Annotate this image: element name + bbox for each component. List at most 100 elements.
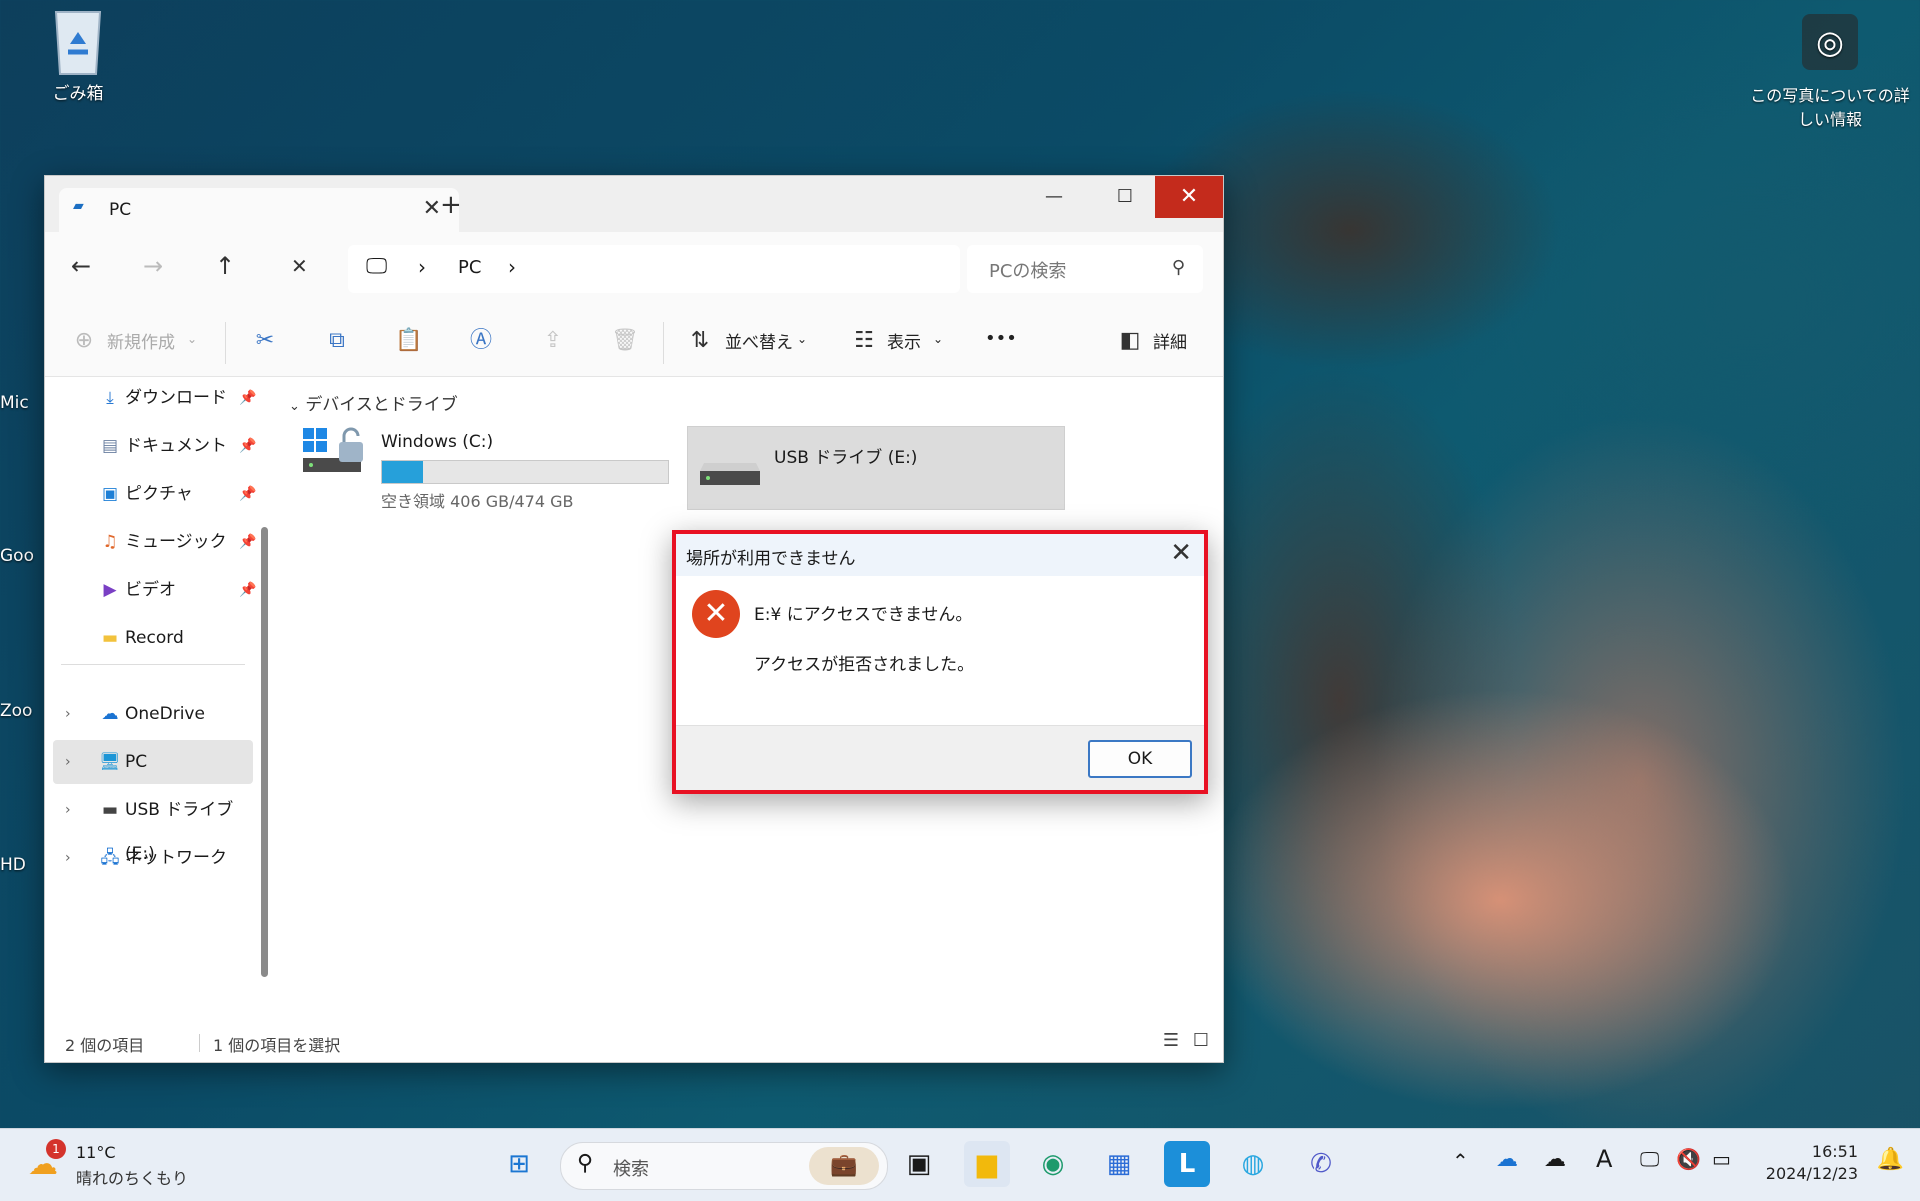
drive-e[interactable]: USB ドライブ (E:) (687, 426, 1065, 510)
stop-icon[interactable]: ✕ (291, 254, 308, 278)
photo-info-line2: しい情報 (1797, 110, 1862, 129)
photo-info[interactable]: ◎ この写真についての詳 しい情報 (1740, 14, 1920, 130)
chevron-right-icon[interactable]: › (65, 740, 71, 784)
error-dialog: 場所が利用できません ✕ ✕ E:¥ にアクセスできません。 アクセスが拒否され… (672, 530, 1208, 794)
breadcrumb-pc[interactable]: PC (458, 257, 481, 278)
sidebar-item-record[interactable]: ▬ Record (53, 616, 253, 660)
separator (225, 322, 226, 364)
search-placeholder: PCの検索 (989, 261, 1067, 282)
delete-icon[interactable]: 🗑 (610, 326, 640, 356)
drive-c[interactable]: Windows (C:) 空き領域 406 GB/474 GB (301, 422, 681, 511)
sidebar-label: ネットワーク (125, 848, 227, 868)
document-icon: ▤ (101, 436, 119, 456)
weather-badge: 1 (46, 1139, 66, 1159)
music-icon: ♫ (102, 532, 118, 552)
app-l-icon[interactable]: L (1164, 1141, 1210, 1187)
tab-close-icon[interactable]: ✕ (423, 196, 441, 221)
teams-icon[interactable]: ✆ (1298, 1141, 1344, 1187)
sort-button[interactable]: 並べ替え (725, 328, 793, 353)
view-chevron-icon: ⌄ (933, 332, 944, 346)
task-view-icon[interactable]: ▣ (896, 1141, 942, 1187)
tab-pc[interactable]: ▰ PC ✕ (59, 188, 459, 232)
desktop-label-2[interactable]: Goo (0, 546, 34, 566)
sidebar-item-usb[interactable]: › ▬ USB ドライブ (E:) (53, 788, 253, 864)
close-button[interactable]: ✕ (1155, 176, 1223, 218)
desktop-label-3[interactable]: Zoo (0, 701, 32, 721)
ok-button[interactable]: OK (1088, 740, 1192, 778)
pc-tab-icon: ▰ (73, 198, 84, 214)
search-input[interactable]: PCの検索 ⚲ (967, 245, 1203, 293)
title-bar: ▰ PC ✕ + — ☐ ✕ (45, 176, 1223, 232)
video-icon: ▶ (103, 580, 117, 600)
details-view-icon[interactable]: ☰ (1163, 1030, 1179, 1051)
weather-widget[interactable]: ☁ 1 11°C 晴れのちくもり (28, 1139, 198, 1191)
minimize-button[interactable]: — (1026, 176, 1082, 218)
clock[interactable]: 16:51 2024/12/23 (1766, 1141, 1858, 1185)
dialog-close-icon[interactable]: ✕ (1170, 538, 1192, 568)
paste-icon[interactable]: 📋 (394, 326, 424, 356)
drive-c-usage-fill (382, 461, 423, 483)
breadcrumb-end-chevron-icon[interactable]: › (508, 255, 516, 279)
drive-e-name: USB ドライブ (E:) (774, 448, 918, 468)
display-icon[interactable]: 🖵 (1640, 1147, 1659, 1171)
up-icon[interactable]: ↑ (215, 252, 235, 280)
tiles-view-icon[interactable]: ☐ (1193, 1030, 1209, 1051)
sidebar-scrollbar[interactable] (261, 527, 268, 977)
new-button[interactable]: 新規作成 (107, 328, 175, 353)
view-button[interactable]: 表示 (887, 328, 921, 353)
sidebar-item-downloads[interactable]: ⤓ ダウンロード 📌 (53, 376, 256, 420)
status-bar: 2 個の項目 1 個の項目を選択 ☰ ☐ (45, 1022, 1223, 1062)
new-icon: ⊕ (74, 328, 94, 353)
usb-drive-icon (700, 463, 760, 485)
pictures-icon: ▣ (101, 484, 119, 504)
pin-icon[interactable]: 📌 (239, 376, 256, 420)
onedrive-tray-icon[interactable]: ☁ (1496, 1147, 1518, 1172)
ime-icon[interactable]: A (1596, 1145, 1612, 1173)
back-icon[interactable]: ← (71, 252, 91, 280)
details-button[interactable]: 詳細 (1153, 328, 1187, 353)
weather-desc: 晴れのちくもり (76, 1169, 189, 1188)
weather-temp: 11°C (76, 1143, 116, 1162)
volume-muted-icon[interactable]: 🔇 (1676, 1147, 1701, 1171)
file-explorer-icon[interactable]: ▆ (964, 1141, 1010, 1187)
sidebar-item-music[interactable]: ♫ ミュージック 📌 (53, 520, 256, 564)
pin-icon[interactable]: 📌 (239, 472, 256, 516)
maximize-button[interactable]: ☐ (1097, 176, 1153, 218)
start-button[interactable]: ⊞ (496, 1141, 542, 1187)
chevron-right-icon[interactable]: › (65, 836, 71, 880)
sidebar-item-videos[interactable]: ▶ ビデオ 📌 (53, 568, 256, 612)
store-icon[interactable]: ▦ (1096, 1141, 1142, 1187)
pin-icon[interactable]: 📌 (239, 424, 256, 468)
pin-icon[interactable]: 📌 (239, 568, 256, 612)
error-icon: ✕ (692, 590, 740, 638)
forward-icon[interactable]: → (143, 252, 163, 280)
dialog-detail: アクセスが拒否されました。 (754, 655, 975, 675)
group-header[interactable]: ⌄ デバイスとドライブ (289, 390, 458, 415)
taskbar-search[interactable]: ⚲ 検索 💼 (560, 1142, 888, 1190)
address-bar[interactable]: 🖵 › PC › (348, 245, 960, 293)
rename-icon[interactable]: Ⓐ (466, 326, 496, 356)
cut-icon[interactable]: ✂ (250, 326, 280, 356)
desktop-label-4[interactable]: HD (0, 855, 26, 875)
sidebar-item-documents[interactable]: ▤ ドキュメント 📌 (53, 424, 256, 468)
share-icon[interactable]: ⇪ (538, 326, 568, 356)
new-tab-button[interactable]: + (440, 190, 462, 220)
sidebar-item-onedrive[interactable]: › ☁ OneDrive (53, 692, 253, 736)
edge-icon[interactable]: ◉ (1030, 1141, 1076, 1187)
tray-chevron-up-icon[interactable]: ⌃ (1452, 1149, 1469, 1173)
pin-icon[interactable]: 📌 (239, 520, 256, 564)
sidebar-item-network[interactable]: › 🖧 ネットワーク (53, 836, 253, 880)
copy-icon[interactable]: ⧉ (322, 326, 352, 356)
folder-icon: ▬ (101, 628, 119, 648)
battery-icon[interactable]: ▭ (1712, 1147, 1731, 1171)
chevron-right-icon[interactable]: › (65, 788, 71, 832)
desktop-label-1[interactable]: Mic (0, 393, 29, 413)
notification-bell-icon[interactable]: 🔔 (1877, 1147, 1904, 1172)
cloud-sync-icon[interactable]: ☁ (1544, 1147, 1566, 1172)
more-button[interactable]: ••• (985, 328, 1017, 349)
chevron-right-icon[interactable]: › (65, 692, 71, 736)
sidebar-item-pc[interactable]: › 🖥 PC (53, 740, 253, 784)
recycle-bin[interactable]: ごみ箱 (48, 8, 108, 104)
sidebar-item-pictures[interactable]: ▣ ピクチャ 📌 (53, 472, 256, 516)
vpn-icon[interactable]: ◍ (1230, 1141, 1276, 1187)
